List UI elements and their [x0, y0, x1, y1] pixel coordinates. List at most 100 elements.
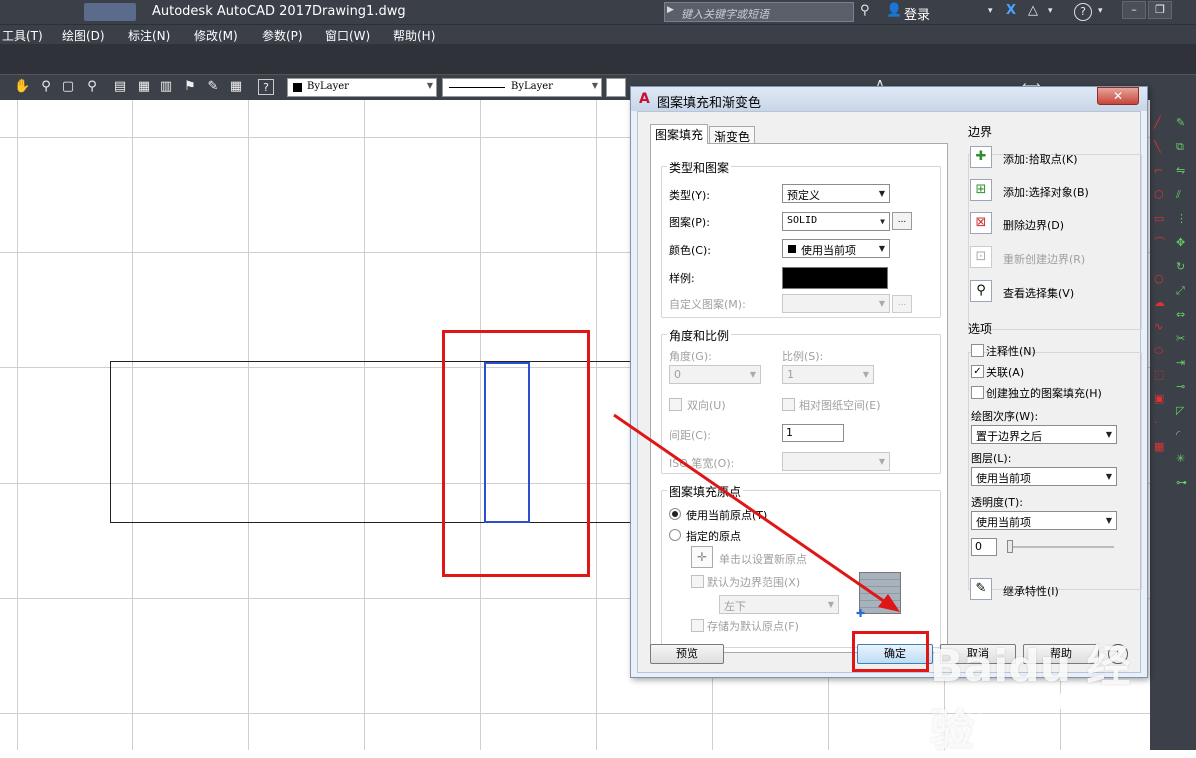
minimize-button[interactable]: –	[1122, 1, 1146, 19]
add-select-objects-button[interactable]: 添加:选择对象(B)	[1003, 184, 1089, 200]
add-pick-points-button[interactable]: 添加:拾取点(K)	[1003, 151, 1078, 167]
zoom-previous-icon[interactable]: ⚲	[84, 79, 100, 95]
color-combo[interactable]: ByLayer ▼	[287, 78, 437, 97]
polyline-icon[interactable]: ⌐	[1154, 164, 1170, 178]
sheet-set-icon[interactable]: ⚑	[182, 79, 198, 95]
linetype-combo[interactable]: ByLayer ▼	[442, 78, 602, 97]
custom-browse-button[interactable]: ...	[892, 295, 912, 313]
menu-tools[interactable]: 工具(T)	[2, 27, 43, 44]
binoculars-icon[interactable]: ⚲	[860, 3, 870, 18]
set-origin-icon[interactable]: ✛	[691, 546, 713, 568]
make-block-icon[interactable]: ▣	[1154, 392, 1170, 406]
revision-cloud-icon[interactable]: ☁	[1154, 296, 1170, 310]
menu-modify[interactable]: 修改(M)	[194, 27, 238, 44]
scale-icon[interactable]: ⤢	[1176, 284, 1192, 298]
separate-hatches-checkbox[interactable]	[971, 386, 984, 399]
spline-icon[interactable]: ∿	[1154, 320, 1170, 334]
insert-block-icon[interactable]: ⬚	[1154, 368, 1170, 382]
explode-icon[interactable]: ✳	[1176, 452, 1192, 466]
pattern-browse-button[interactable]: ...	[892, 212, 912, 230]
default-extent-checkbox[interactable]	[691, 575, 704, 588]
menu-help[interactable]: 帮助(H)	[393, 27, 435, 44]
help-icon[interactable]: ?	[258, 79, 274, 95]
help-icon[interactable]: ?	[1074, 3, 1092, 21]
login-button[interactable]: 登录	[904, 4, 930, 23]
iso-pen-width-dropdown[interactable]: ▼	[782, 452, 890, 471]
draw-order-dropdown[interactable]: 置于边界之后 ▼	[971, 425, 1117, 444]
menu-parametric[interactable]: 参数(P)	[262, 27, 303, 44]
design-center-icon[interactable]: ▦	[136, 79, 152, 95]
offset-icon[interactable]: ⫽	[1176, 188, 1192, 202]
chevron-down-icon[interactable]: ▾	[988, 6, 993, 16]
add-pick-points-icon[interactable]: ✚	[970, 146, 992, 168]
remove-boundaries-button[interactable]: 删除边界(D)	[1003, 217, 1064, 233]
restore-button[interactable]: ❐	[1148, 1, 1172, 19]
inherit-properties-button[interactable]: 继承特性(I)	[1003, 583, 1059, 599]
lineweight-combo[interactable]	[606, 78, 626, 97]
construction-line-icon[interactable]: ╲	[1154, 140, 1170, 154]
magnifier-icon[interactable]: ⚲	[970, 280, 992, 302]
recreate-boundary-button[interactable]: 重新创建边界(R)	[1003, 251, 1085, 267]
zoom-realtime-icon[interactable]: ⚲	[38, 79, 54, 95]
pan-icon[interactable]: ✋	[14, 79, 30, 95]
circle-icon[interactable]: ○	[1154, 272, 1170, 286]
angle-dropdown[interactable]: 0 ▼	[669, 365, 761, 384]
array-icon[interactable]: ⋮	[1176, 212, 1192, 226]
arc-icon[interactable]: ⌒	[1154, 236, 1170, 250]
annotative-checkbox[interactable]	[971, 344, 984, 357]
user-icon[interactable]: 👤	[886, 3, 902, 18]
fillet-icon[interactable]: ◜	[1176, 428, 1192, 442]
view-selections-button[interactable]: 查看选择集(V)	[1003, 285, 1074, 301]
layer-dropdown[interactable]: 使用当前项 ▼	[971, 467, 1117, 486]
a360-icon[interactable]: △	[1028, 3, 1038, 18]
close-button[interactable]: ✕	[1097, 87, 1139, 105]
store-default-checkbox[interactable]	[691, 619, 704, 632]
transparency-slider-track[interactable]	[1008, 546, 1114, 548]
menu-dimension[interactable]: 标注(N)	[128, 27, 170, 44]
trim-icon[interactable]: ✂	[1176, 332, 1192, 346]
menu-draw[interactable]: 绘图(D)	[62, 27, 105, 44]
transparency-dropdown[interactable]: 使用当前项 ▼	[971, 511, 1117, 530]
pattern-dropdown[interactable]: SOLID ▼	[782, 212, 890, 231]
transparency-slider-handle[interactable]	[1007, 540, 1013, 553]
point-icon[interactable]: ·	[1154, 416, 1170, 430]
mirror-icon[interactable]: ⇋	[1176, 164, 1192, 178]
break-icon[interactable]: ⊸	[1176, 380, 1192, 394]
stretch-icon[interactable]: ⇔	[1176, 308, 1192, 322]
hatch-icon[interactable]: ▦	[1154, 440, 1170, 454]
recreate-boundary-icon[interactable]: ⊡	[970, 246, 992, 268]
color-dropdown[interactable]: 使用当前项 ▼	[782, 239, 890, 258]
exchange-icon[interactable]: X	[1006, 3, 1016, 18]
dialog-titlebar[interactable]: A 图案填充和渐变色 ✕	[631, 87, 1147, 111]
relative-paper-checkbox[interactable]	[782, 398, 795, 411]
chevron-down-icon[interactable]: ▾	[1048, 6, 1053, 16]
scale-dropdown[interactable]: 1 ▼	[782, 365, 874, 384]
line-icon[interactable]: ╱	[1154, 116, 1170, 130]
extend-icon[interactable]: ⇥	[1176, 356, 1192, 370]
extent-position-dropdown[interactable]: 左下 ▼	[719, 595, 839, 614]
chamfer-icon[interactable]: ◸	[1176, 404, 1192, 418]
use-current-origin-radio[interactable]	[669, 508, 681, 520]
pattern-swatch[interactable]	[782, 267, 888, 289]
preview-button[interactable]: 预览	[650, 644, 724, 664]
erase-icon[interactable]: ✎	[1176, 116, 1192, 130]
menu-window[interactable]: 窗口(W)	[325, 27, 370, 44]
specified-origin-radio[interactable]	[669, 529, 681, 541]
type-dropdown[interactable]: 预定义 ▼	[782, 184, 890, 203]
inherit-properties-icon[interactable]: ✎	[970, 578, 992, 600]
remove-boundaries-icon[interactable]: ⊠	[970, 212, 992, 234]
calculator-icon[interactable]: ▦	[228, 79, 244, 95]
search-input[interactable]: ▶ 键入关键字或短语	[664, 2, 854, 22]
polygon-icon[interactable]: ⬡	[1154, 188, 1170, 202]
chevron-down-icon[interactable]: ▾	[1098, 6, 1103, 16]
rotate-icon[interactable]: ↻	[1176, 260, 1192, 274]
custom-pattern-dropdown[interactable]: ▼	[782, 294, 890, 313]
properties-icon[interactable]: ▤	[112, 79, 128, 95]
transparency-number-input[interactable]: 0	[971, 538, 997, 556]
spacing-input[interactable]: 1	[782, 424, 844, 442]
zoom-window-icon[interactable]: ▢	[60, 79, 76, 95]
rectangle-icon[interactable]: ▭	[1154, 212, 1170, 226]
tab-hatch[interactable]: 图案填充	[650, 124, 708, 144]
double-checkbox[interactable]	[669, 398, 682, 411]
tool-palettes-icon[interactable]: ▥	[158, 79, 174, 95]
